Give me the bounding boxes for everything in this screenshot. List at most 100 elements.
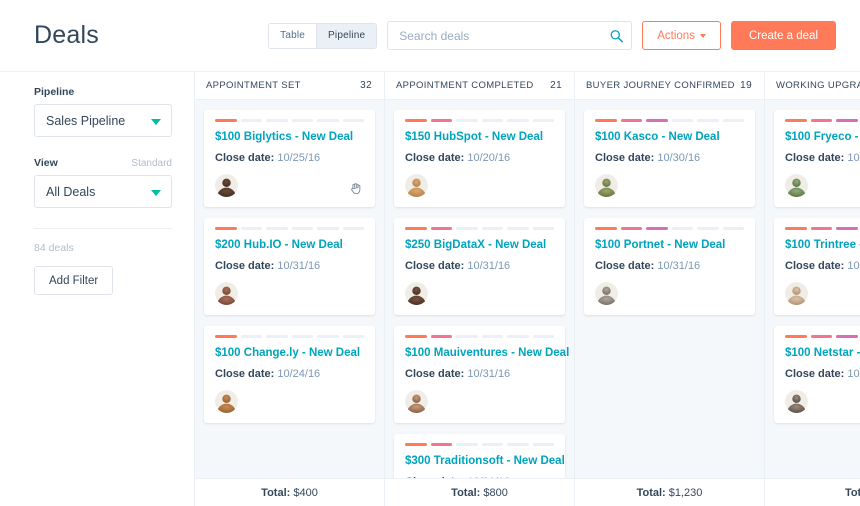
deal-count-label: 84 deals	[34, 242, 74, 254]
stage-progress-segment	[342, 119, 364, 122]
stage-progress-segment	[532, 119, 554, 122]
avatar	[405, 282, 428, 305]
stage-progress-segment	[405, 119, 427, 122]
deal-name-link[interactable]: $200 Hub.IO - New Deal	[215, 239, 364, 251]
board-lane[interactable]: $100 Fryeco - New Deal Close date: 10/28/…	[765, 100, 860, 478]
deal-card[interactable]: $100 Mauiventures - New Deal Close date: …	[394, 326, 569, 423]
stage-progress-segment	[456, 443, 478, 446]
view-label-row: View Standard	[34, 157, 172, 169]
deal-name-link[interactable]: $100 Mauiventures - New Deal	[405, 347, 569, 359]
deal-name-link[interactable]: $100 Kasco - New Deal	[595, 131, 744, 143]
stage-progress-segment	[620, 119, 642, 122]
column-total: Total: $800	[385, 479, 575, 506]
deal-card[interactable]: $250 BigDataX - New Deal Close date: 10/3…	[394, 218, 565, 315]
stage-progress-segment	[722, 227, 744, 230]
stage-progress-segment	[266, 119, 288, 122]
deal-close-date: Close date: 10/31/16	[405, 260, 554, 272]
create-deal-button[interactable]: Create a deal	[730, 21, 836, 50]
deal-name-link[interactable]: $100 Change.ly - New Deal	[215, 347, 364, 359]
close-date-value: 10/31/16	[467, 368, 511, 380]
stage-progress-segment	[722, 119, 744, 122]
board-lane[interactable]: $150 HubSpot - New Deal Close date: 10/20…	[385, 100, 575, 478]
deal-card[interactable]: $100 Trintree - New Deal Close date: 10/3…	[774, 218, 860, 315]
search-icon[interactable]	[610, 29, 624, 42]
top-header-bar: Deals Table Pipeline Actions Create a de…	[0, 0, 860, 72]
deal-name-link[interactable]: $100 Fryeco - New Deal	[785, 131, 860, 143]
board-lane[interactable]: $100 Biglytics - New Deal Close date: 10/…	[195, 100, 385, 478]
chevron-down-icon	[151, 189, 161, 196]
column-header-count: 21	[550, 80, 562, 91]
stage-progress-segment	[507, 119, 529, 122]
stage-progress-segment	[215, 335, 237, 338]
close-date-label: Close date:	[785, 368, 845, 380]
column-total: Total: $1,230	[575, 479, 765, 506]
stage-progress-segment	[430, 227, 452, 230]
board-column-headers: APPOINTMENT SET 32 APPOINTMENT COMPLETED 21…	[195, 72, 860, 100]
close-date-value: 10/29/16	[847, 368, 860, 380]
board-column-totals: Total: $400 Total: $800 Total: $1,230 Total…	[195, 478, 860, 506]
deal-name-link[interactable]: $250 BigDataX - New Deal	[405, 239, 554, 251]
tab-pipeline[interactable]: Pipeline	[316, 23, 377, 48]
column-total: Total: $400	[195, 479, 385, 506]
stage-progress-bar	[785, 335, 860, 338]
stage-progress-segment	[456, 227, 478, 230]
stage-progress-bar	[215, 119, 364, 122]
view-select-value: All Deals	[46, 184, 96, 199]
deal-card[interactable]: $100 Portnet - New Deal Close date: 10/31…	[584, 218, 755, 315]
page-title: Deals	[34, 21, 99, 49]
deal-card[interactable]: $200 Hub.IO - New Deal Close date: 10/31/…	[204, 218, 375, 315]
close-date-label: Close date:	[405, 152, 465, 164]
stage-progress-segment	[671, 119, 693, 122]
stage-progress-segment	[430, 119, 452, 122]
deal-card[interactable]: $100 Kasco - New Deal Close date: 10/30/1…	[584, 110, 755, 207]
page-body: Pipeline Sales Pipeline View Standard Al…	[0, 72, 860, 506]
deal-close-date: Close date: 10/31/16	[405, 476, 554, 478]
column-header-count: 19	[740, 80, 752, 91]
deal-name-link[interactable]: $300 Traditionsoft - New Deal	[405, 455, 565, 467]
deal-card[interactable]: $100 Biglytics - New Deal Close date: 10/…	[204, 110, 375, 207]
search-input[interactable]	[387, 21, 633, 50]
column-header: APPOINTMENT COMPLETED 21	[385, 72, 575, 99]
pipeline-select[interactable]: Sales Pipeline	[34, 104, 172, 137]
avatar	[215, 282, 238, 305]
close-date-label: Close date:	[215, 260, 275, 272]
view-type-note: Standard	[131, 158, 172, 169]
deal-card[interactable]: $100 Netstar - New Deal Close date: 10/29…	[774, 326, 860, 423]
close-date-label: Close date:	[215, 152, 275, 164]
deal-card[interactable]: $300 Traditionsoft - New Deal Close date:…	[394, 434, 565, 478]
add-filter-button[interactable]: Add Filter	[34, 266, 114, 295]
stage-progress-segment	[266, 227, 288, 230]
column-header-name: BUYER JOURNEY CONFIRMED	[586, 80, 735, 91]
header-controls: Table Pipeline Actions Create a deal	[268, 21, 836, 50]
avatar	[405, 390, 428, 413]
chevron-down-icon	[151, 118, 161, 125]
close-date-value: 10/31/16	[467, 260, 511, 272]
deal-name-link[interactable]: $150 HubSpot - New Deal	[405, 131, 554, 143]
tab-table[interactable]: Table	[269, 23, 317, 48]
deal-name-link[interactable]: $100 Portnet - New Deal	[595, 239, 744, 251]
drag-handle-icon[interactable]	[349, 181, 363, 195]
deal-name-link[interactable]: $100 Trintree - New Deal	[785, 239, 860, 251]
close-date-value: 10/28/16	[847, 152, 860, 164]
stage-progress-segment	[405, 227, 427, 230]
column-total-label: Total: $800	[451, 486, 508, 499]
stage-progress-segment	[240, 227, 262, 230]
deal-close-date: Close date: 10/24/16	[215, 368, 364, 380]
deal-card[interactable]: $100 Fryeco - New Deal Close date: 10/28/…	[774, 110, 860, 207]
stage-progress-segment	[266, 335, 288, 338]
deal-card[interactable]: $100 Change.ly - New Deal Close date: 10/…	[204, 326, 375, 423]
view-select[interactable]: All Deals	[34, 175, 172, 208]
deal-close-date: Close date: 10/30/16	[595, 152, 744, 164]
stage-progress-segment	[646, 119, 668, 122]
board-lane[interactable]: $100 Kasco - New Deal Close date: 10/30/1…	[575, 100, 765, 478]
deal-name-link[interactable]: $100 Biglytics - New Deal	[215, 131, 364, 143]
deal-card[interactable]: $150 HubSpot - New Deal Close date: 10/20…	[394, 110, 565, 207]
close-date-label: Close date:	[405, 368, 465, 380]
actions-button[interactable]: Actions	[642, 21, 721, 50]
column-header-name: APPOINTMENT SET	[206, 80, 301, 91]
close-date-value: 10/20/16	[467, 152, 511, 164]
column-header-name: APPOINTMENT COMPLETED	[396, 80, 534, 91]
deal-name-link[interactable]: $100 Netstar - New Deal	[785, 347, 860, 359]
stage-progress-segment	[810, 335, 832, 338]
deal-close-date: Close date: 10/31/16	[215, 260, 364, 272]
